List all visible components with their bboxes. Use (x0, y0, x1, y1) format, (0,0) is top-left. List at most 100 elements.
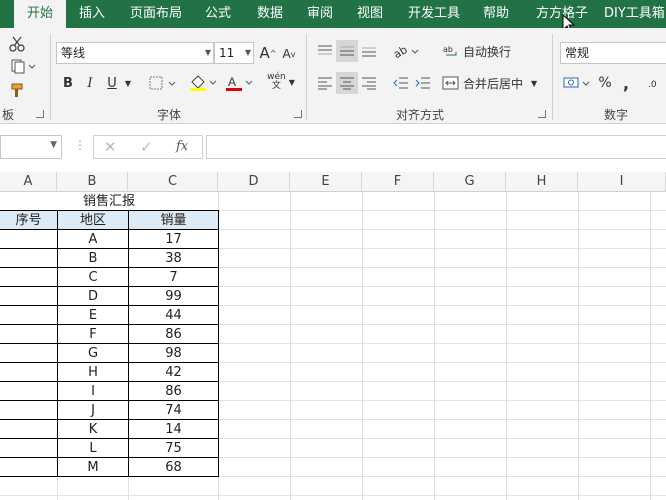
cell-sales[interactable]: 14 (128, 419, 219, 439)
wrap-text-button[interactable]: ab 自动换行 (442, 40, 522, 62)
cell-region[interactable]: L (57, 438, 129, 458)
column-header-c[interactable]: C (128, 172, 218, 192)
column-header-f[interactable]: F (362, 172, 434, 192)
cell-index[interactable] (0, 419, 58, 439)
cell-region[interactable]: M (57, 457, 129, 477)
cell-sales[interactable]: 38 (128, 248, 219, 268)
cell-region[interactable]: B (57, 248, 129, 268)
cell-sales[interactable]: 17 (128, 229, 219, 249)
tab-data[interactable]: 数据 (250, 0, 290, 28)
tab-home[interactable]: 开始 (14, 0, 66, 28)
format-painter-button[interactable] (6, 80, 28, 100)
formula-input[interactable] (206, 135, 666, 159)
increase-decimal-button[interactable]: .0 (646, 72, 666, 94)
cell-index[interactable] (0, 400, 58, 420)
align-bottom-button[interactable] (358, 40, 380, 62)
column-header-a[interactable]: A (0, 172, 57, 192)
font-color-button[interactable]: A (222, 72, 256, 94)
align-middle-button[interactable] (336, 40, 358, 62)
decrease-indent-button[interactable] (390, 72, 412, 94)
increase-indent-button[interactable] (412, 72, 434, 94)
grow-font-button[interactable]: A ^ (258, 42, 278, 64)
tab-diy-toolbox[interactable]: DIY工具箱 (604, 0, 666, 28)
align-center-button[interactable] (336, 72, 358, 94)
header-index[interactable]: 序号 (0, 210, 58, 230)
comma-style-button[interactable]: , (618, 72, 634, 94)
borders-button[interactable] (146, 72, 180, 94)
cell-index[interactable] (0, 248, 58, 268)
align-right-button[interactable] (358, 72, 380, 94)
percent-button[interactable]: % (596, 72, 614, 94)
alignment-launcher[interactable] (538, 110, 546, 118)
cell-sales[interactable]: 86 (128, 324, 219, 344)
cell-region[interactable]: J (57, 400, 129, 420)
cancel-icon[interactable]: ✕ (104, 138, 117, 156)
tab-help[interactable]: 帮助 (476, 0, 516, 28)
fill-color-button[interactable] (186, 72, 220, 94)
column-header-g[interactable]: G (434, 172, 506, 192)
cell-index[interactable] (0, 267, 58, 287)
shrink-font-button[interactable]: Av (280, 44, 298, 64)
cell-region[interactable]: H (57, 362, 129, 382)
tab-developer[interactable]: 开发工具 (402, 0, 466, 28)
cell-sales[interactable]: 68 (128, 457, 219, 477)
cell-region[interactable]: F (57, 324, 129, 344)
cell-index[interactable] (0, 381, 58, 401)
tab-formulas[interactable]: 公式 (198, 0, 238, 28)
cut-button[interactable] (6, 34, 28, 54)
column-header-d[interactable]: D (218, 172, 290, 192)
column-header-b[interactable]: B (57, 172, 128, 192)
cell-index[interactable] (0, 457, 58, 477)
cell-region[interactable]: K (57, 419, 129, 439)
tab-view[interactable]: 视图 (350, 0, 390, 28)
cell-index[interactable] (0, 305, 58, 325)
underline-dropdown[interactable]: ▼ (122, 72, 134, 94)
cell-sales[interactable]: 86 (128, 381, 219, 401)
cell-region[interactable]: I (57, 381, 129, 401)
underline-button[interactable]: U (102, 72, 122, 94)
cell-region[interactable]: G (57, 343, 129, 363)
insert-function-button[interactable]: fx (176, 139, 188, 154)
cell-sales[interactable]: 74 (128, 400, 219, 420)
cell-sales[interactable]: 99 (128, 286, 219, 306)
cell-sales[interactable]: 44 (128, 305, 219, 325)
cell-sales[interactable]: 98 (128, 343, 219, 363)
orientation-button[interactable]: ab (390, 40, 422, 62)
number-format-dropdown[interactable]: 常规 (560, 42, 666, 64)
italic-button[interactable]: I (80, 72, 100, 94)
cell-index[interactable] (0, 324, 58, 344)
bold-button[interactable]: B (58, 72, 78, 94)
cell-index[interactable] (0, 362, 58, 382)
cell-index[interactable] (0, 343, 58, 363)
header-region[interactable]: 地区 (57, 210, 129, 230)
tab-review[interactable]: 审阅 (300, 0, 340, 28)
name-box[interactable]: ▼ (0, 135, 62, 159)
accounting-format-button[interactable] (560, 72, 594, 94)
sheet-title[interactable]: 销售汇报 (0, 192, 218, 211)
cell-index[interactable] (0, 286, 58, 306)
font-size-dropdown[interactable]: 11 ▼ (214, 42, 254, 64)
clipboard-launcher[interactable] (36, 110, 44, 118)
phonetic-button[interactable]: wén 文 ▼ (264, 70, 298, 94)
cell-region[interactable]: C (57, 267, 129, 287)
font-name-dropdown[interactable]: 等线 ▼ (56, 42, 214, 64)
column-header-h[interactable]: H (506, 172, 578, 192)
column-header-i[interactable]: I (578, 172, 666, 192)
cell-sales[interactable]: 75 (128, 438, 219, 458)
cell-sales[interactable]: 42 (128, 362, 219, 382)
cell-region[interactable]: D (57, 286, 129, 306)
cell-index[interactable] (0, 229, 58, 249)
header-sales[interactable]: 销量 (128, 210, 219, 230)
font-launcher[interactable] (294, 110, 302, 118)
cell-region[interactable]: A (57, 229, 129, 249)
tab-insert[interactable]: 插入 (72, 0, 112, 28)
merge-center-button[interactable]: 合并后居中 ▼ (442, 72, 542, 94)
column-header-e[interactable]: E (290, 172, 362, 192)
confirm-icon[interactable]: ✓ (140, 138, 153, 156)
copy-button[interactable] (6, 56, 40, 76)
cell-index[interactable] (0, 438, 58, 458)
align-top-button[interactable] (314, 40, 336, 62)
tab-page-layout[interactable]: 页面布局 (124, 0, 188, 28)
cell-region[interactable]: E (57, 305, 129, 325)
cell-sales[interactable]: 7 (128, 267, 219, 287)
